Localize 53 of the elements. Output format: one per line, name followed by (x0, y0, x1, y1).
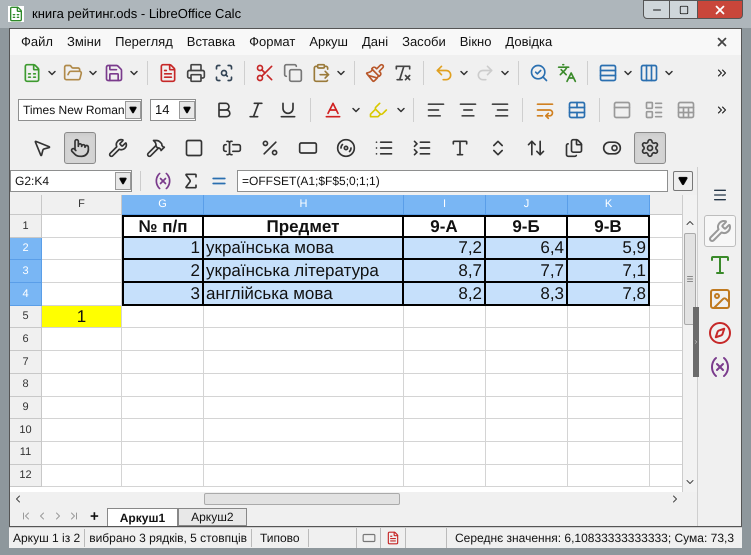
table-cell: 8,2 (404, 283, 486, 306)
table-cell: 7,8 (568, 283, 650, 306)
row-header[interactable]: 11 (10, 442, 42, 465)
sheet-tab[interactable]: Аркуш1 (106, 508, 178, 526)
table-cell: 6,4 (486, 238, 568, 260)
table-cell: українська література (204, 260, 404, 284)
menu-item[interactable]: Засоби (395, 32, 453, 52)
selection-info: вибрано 3 рядків, 5 стовпців (85, 529, 252, 547)
add-sheet-button[interactable]: + (82, 508, 107, 526)
row-header[interactable]: 9 (10, 396, 42, 420)
table-cell: 9-Б (486, 217, 568, 238)
table-cell: 8,3 (486, 283, 568, 306)
window-title: книга рейтинг.ods - LibreOffice Calc (32, 5, 242, 24)
table-cell: 9-В (568, 217, 650, 238)
table-cell: 5,9 (568, 238, 650, 260)
table-cell: 7,1 (568, 260, 650, 284)
table-cell: 7,2 (404, 238, 486, 260)
menu-item[interactable]: Вікно (452, 32, 498, 52)
menu-item[interactable]: Довідка (498, 32, 560, 52)
table-cell: 2 (124, 260, 204, 284)
table-cell: Предмет (204, 217, 404, 238)
row-header[interactable]: 10 (10, 419, 42, 442)
row-header[interactable]: 12 (10, 464, 42, 488)
menu-item[interactable]: Дані (354, 32, 396, 52)
table-cell: № п/п (124, 217, 204, 238)
formula-input[interactable]: =OFFSET(A1;$F$5;0;1;1) (237, 170, 668, 192)
table-cell: 9-А (404, 217, 486, 238)
font-name-field[interactable]: Times New Roman (18, 99, 142, 121)
menu-item[interactable]: Файл (14, 32, 60, 52)
row-header[interactable]: 1 (10, 215, 42, 238)
row-header[interactable]: 5 (10, 306, 42, 328)
font-size-field[interactable]: 14 (150, 99, 196, 121)
table-cell: 7,7 (486, 260, 568, 284)
page-style: Типово (252, 529, 309, 547)
column-header[interactable]: F (42, 195, 122, 215)
table-cell: українська мова (204, 238, 404, 260)
row-header[interactable]: 7 (10, 351, 42, 374)
table-cell: 1 (42, 306, 122, 328)
menu-item[interactable]: Зміни (60, 32, 108, 52)
row-header[interactable]: 6 (10, 328, 42, 352)
row-header[interactable]: 8 (10, 374, 42, 396)
menu-item[interactable]: Аркуш (302, 32, 355, 52)
table-cell: англійська мова (204, 283, 404, 306)
menu-item[interactable]: Формат (242, 32, 302, 52)
sum-average-info: Середнє значення: 6,10833333333333; Сума: 73,3 (454, 530, 735, 547)
table-cell: 1 (124, 238, 204, 260)
table-cell: 8,7 (404, 260, 486, 284)
table-cell: 3 (124, 283, 204, 306)
sheet-indicator: Аркуш 1 із 2 (9, 529, 86, 547)
menu-item[interactable]: Перегляд (108, 32, 180, 52)
name-box[interactable]: G2:K4 (10, 170, 132, 192)
menu-item[interactable]: Вставка (180, 32, 242, 52)
sheet-tab[interactable]: Аркуш2 (178, 508, 246, 526)
